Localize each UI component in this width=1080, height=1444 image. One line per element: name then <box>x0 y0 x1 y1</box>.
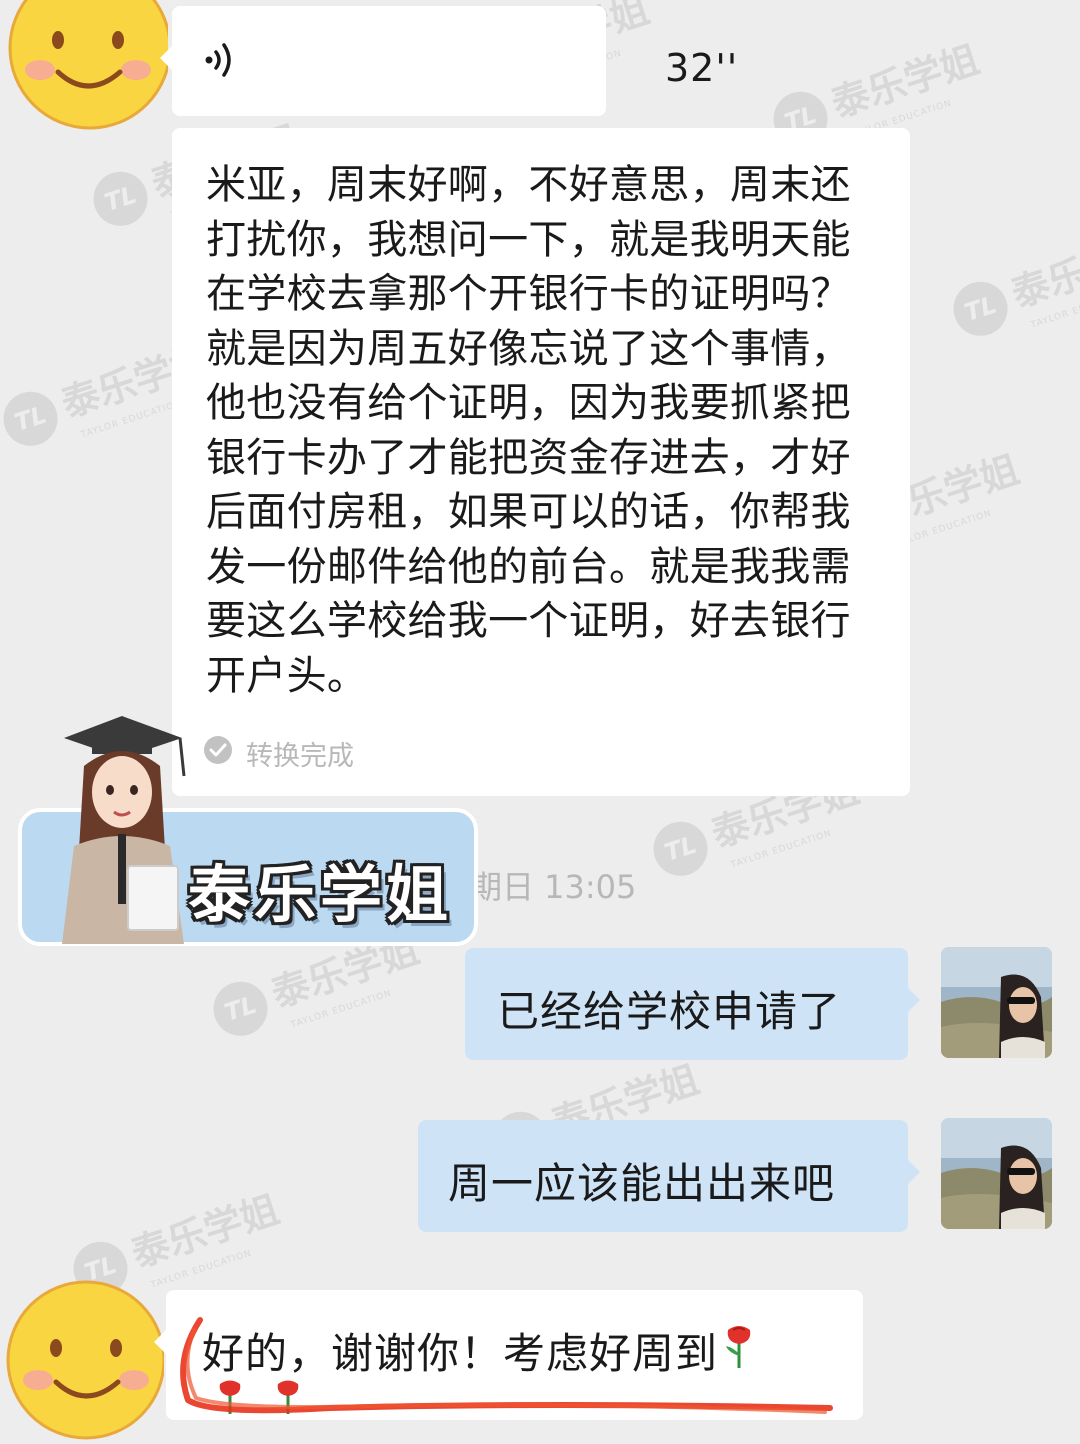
watermark-logo-icon: TL <box>946 274 1015 343</box>
message-text: 周一应该能出出来吧 <box>448 1159 836 1208</box>
bubble-tail <box>160 46 172 70</box>
watermark-logo-icon: TL <box>206 974 275 1043</box>
outgoing-message[interactable]: 已经给学校申请了 <box>465 948 920 1060</box>
brand-badge: 泰乐学姐 <box>18 716 478 948</box>
photo-avatar[interactable] <box>941 1118 1052 1229</box>
highlight-scribble <box>170 1310 850 1434</box>
bubble-tail <box>908 988 920 1012</box>
voice-duration: 32'' <box>665 46 739 90</box>
outgoing-message[interactable]: 周一应该能出出来吧 <box>418 1120 920 1232</box>
badge-label: 泰乐学姐 <box>188 858 453 931</box>
transcript-text: 米亚，周末好啊，不好意思，周末还打扰你，我想问一下，就是我明天能在学校去拿那个开… <box>206 162 851 699</box>
message-text: 已经给学校申请了 <box>497 987 842 1036</box>
watermark-logo-icon: TL <box>646 814 715 883</box>
watermark-logo-icon: TL <box>0 384 65 453</box>
bubble-tail <box>154 1330 166 1354</box>
smiley-avatar[interactable] <box>8 0 172 130</box>
voice-wave-icon <box>202 40 242 84</box>
photo-avatar[interactable] <box>941 947 1052 1058</box>
watermark-logo-icon: TL <box>86 164 155 233</box>
voice-transcript[interactable]: 米亚，周末好啊，不好意思，周末还打扰你，我想问一下，就是我明天能在学校去拿那个开… <box>172 128 910 796</box>
message-timestamp: 期日 13:05 <box>470 868 637 906</box>
graduate-girl-illustration <box>34 716 204 952</box>
smiley-avatar[interactable] <box>4 1270 166 1440</box>
bubble-tail <box>908 1160 920 1184</box>
watermark: TL泰乐学姐TAYLOR EDUCATION <box>944 219 1080 352</box>
voice-message-bubble[interactable]: 32'' <box>160 6 737 116</box>
